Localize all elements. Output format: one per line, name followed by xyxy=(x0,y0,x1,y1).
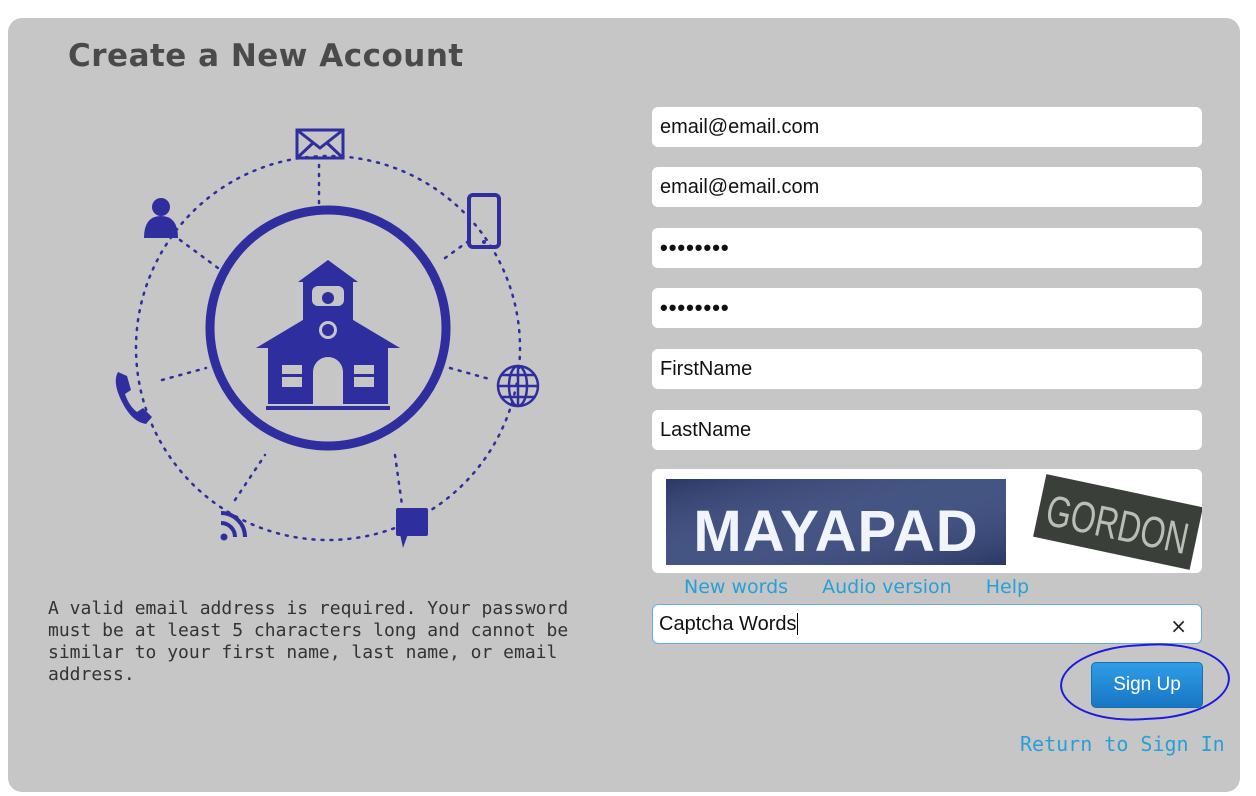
telephone-icon xyxy=(115,372,152,424)
captcha-image: MAYAPAD GORDON xyxy=(652,469,1202,573)
password-requirements-text: A valid email address is required. Your … xyxy=(48,598,569,685)
schoolhouse-icon xyxy=(256,260,400,410)
audio-version-link[interactable]: Audio version xyxy=(822,576,952,598)
user-icon xyxy=(144,198,178,238)
captcha-help-link[interactable]: Help xyxy=(986,576,1029,598)
confirm-email-field[interactable]: email@email.com xyxy=(652,167,1202,207)
mobile-phone-icon xyxy=(467,193,501,249)
first-name-field[interactable]: FirstName xyxy=(652,349,1202,389)
captcha-input-value: Captcha Words xyxy=(659,612,797,635)
chat-icon xyxy=(396,508,428,548)
text-caret xyxy=(797,613,799,635)
captcha-links: New words Audio version Help xyxy=(684,576,1029,598)
rss-icon xyxy=(220,511,247,541)
captcha-word-2-image: GORDON xyxy=(1033,474,1202,570)
network-illustration xyxy=(115,128,540,548)
return-to-sign-in-link[interactable]: Return to Sign In xyxy=(1020,732,1225,756)
globe-icon xyxy=(496,364,540,408)
clear-icon[interactable]: × xyxy=(1170,614,1187,638)
envelope-icon xyxy=(295,128,345,160)
last-name-field[interactable]: LastName xyxy=(652,410,1202,450)
captcha-input[interactable]: Captcha Words × xyxy=(652,604,1202,644)
page-title: Create a New Account xyxy=(68,38,464,74)
password-field[interactable]: •••••••• xyxy=(652,228,1202,268)
new-words-link[interactable]: New words xyxy=(684,576,788,598)
captcha-word-1-image: MAYAPAD xyxy=(666,479,1006,565)
email-field[interactable]: email@email.com xyxy=(652,107,1202,147)
svg-text:MAYAPAD: MAYAPAD xyxy=(693,499,978,564)
confirm-password-field[interactable]: •••••••• xyxy=(652,288,1202,328)
sign-up-button[interactable]: Sign Up xyxy=(1091,662,1203,708)
